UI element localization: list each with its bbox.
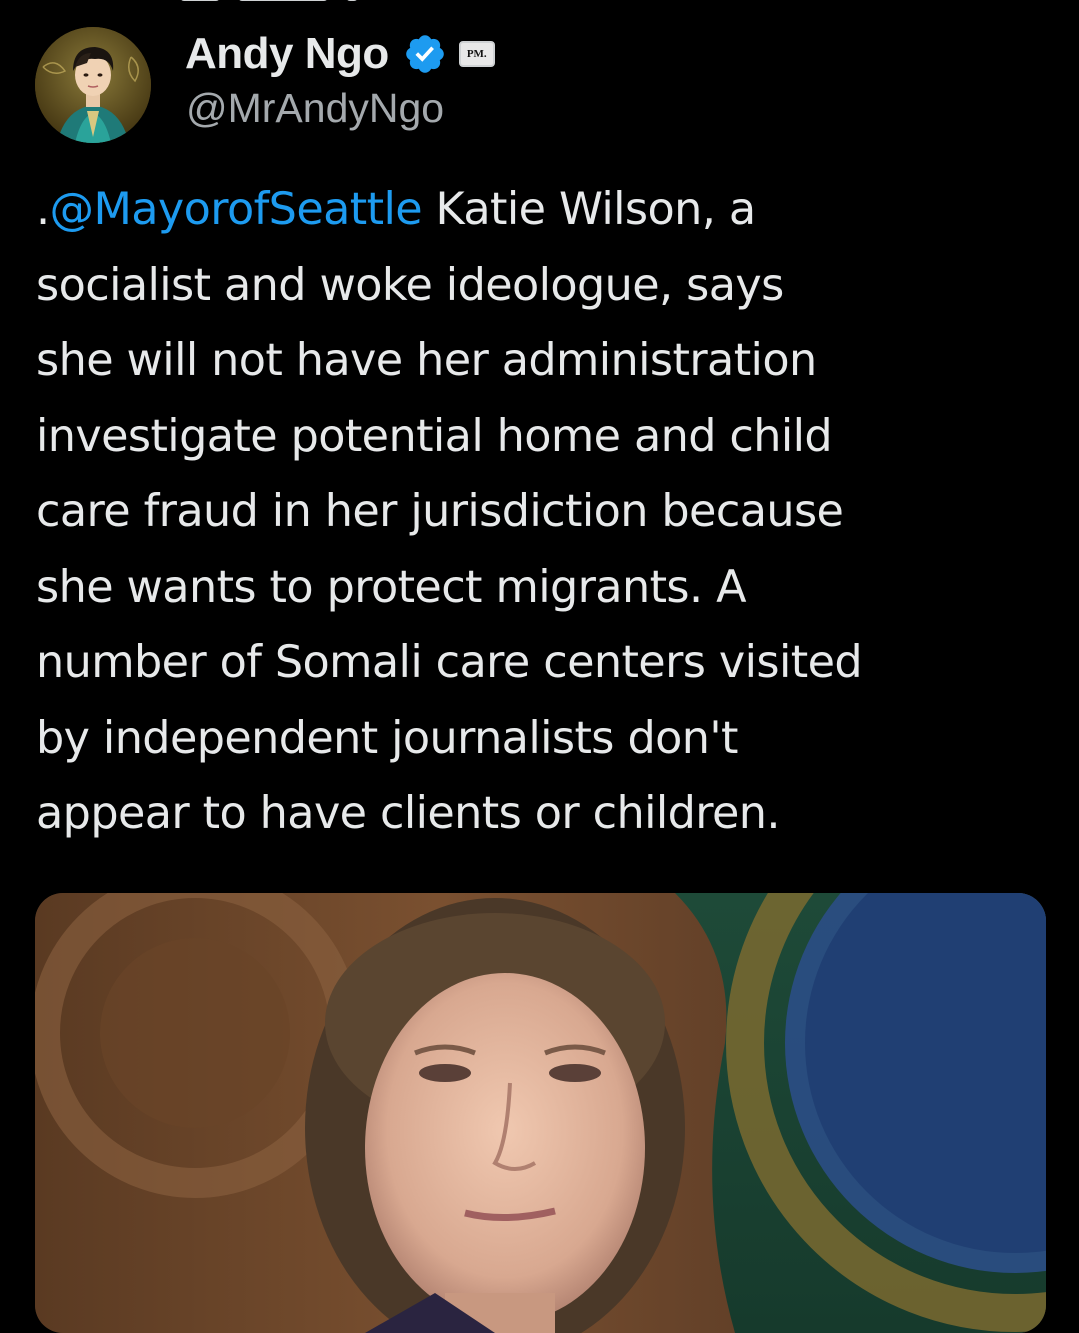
tweet-text-line: socialist and woke ideologue, says — [36, 259, 784, 311]
author-name-row: Andy Ngo PM. — [185, 29, 495, 79]
avatar[interactable] — [35, 27, 151, 143]
author-display-name[interactable]: Andy Ngo — [185, 29, 389, 79]
author-handle[interactable]: @MrAndyNgo — [186, 85, 444, 132]
tweet-text-line: appear to have clients or children. — [36, 788, 781, 839]
tweet-text-line: care fraud in her jurisdiction because — [36, 486, 844, 537]
text-segment: Katie Wilson, a — [422, 184, 757, 235]
tweet-text-line: number of Somali care centers visited — [36, 637, 863, 688]
verified-badge-icon — [405, 35, 444, 73]
affiliate-badge-icon[interactable]: PM. — [458, 41, 495, 67]
affiliate-badge-label: PM. — [466, 48, 487, 60]
tweet-text: .@MayorofSeattle Katie Wilson, a sociali… — [36, 172, 1046, 852]
tweet-media-photo[interactable] — [35, 893, 1046, 1333]
tweet-text-line: investigate potential home and child — [36, 410, 833, 462]
tweet-text-line: .@MayorofSeattle Katie Wilson, a — [36, 172, 1046, 248]
tweet-text-line: she will not have her administration — [36, 335, 817, 386]
mention-link[interactable]: @MayorofSeattle — [50, 184, 423, 235]
tweet-header: Andy Ngo PM. @MrAndyNgo — [35, 27, 1035, 143]
tweet-text-line: by independent journalists don't — [36, 712, 738, 764]
text-prefix: . — [36, 184, 50, 235]
previous-content-cutoff — [180, 0, 500, 6]
tweet-text-line: she wants to protect migrants. A — [36, 561, 747, 613]
